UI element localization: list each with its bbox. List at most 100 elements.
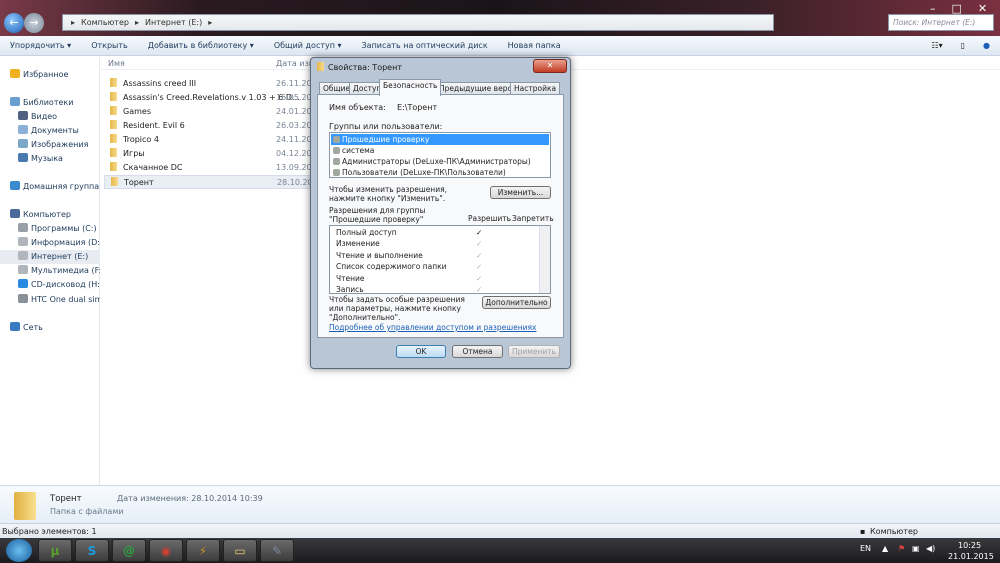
folder-icon [110,120,117,129]
nav-item[interactable]: Интернет (E:) [0,250,100,264]
nav-item[interactable]: Избранное [0,68,100,82]
skype-taskbar-button[interactable]: S [75,539,109,562]
permissions-list: Полный доступ ✓ Изменение ✓ Чтение и выполне… [329,225,551,294]
permission-name: Список содержимого папки [336,262,447,272]
skype-icon: S [87,543,97,558]
utorrent-taskbar-button[interactable]: µ [38,539,72,562]
navigation-pane: Избранное Библиотеки Видео Документы Изображ… [0,57,100,485]
nav-item-label: Сеть [23,323,43,332]
group-item[interactable]: Пользователи (DeLuxe-ПК\Пользователи) [331,167,549,178]
file-row[interactable]: Игры 04.12.201 [104,147,317,161]
view-options-icon[interactable]: ☷▾ [931,41,942,50]
mail-agent-taskbar-button[interactable]: @ [112,539,146,562]
burn-button[interactable]: Записать на оптический диск [352,41,498,50]
file-row[interactable]: Assassin's Creed.Revelations.v 1.03 + 6 … [104,91,317,105]
file-name: Assassins creed III [123,79,197,88]
ok-button[interactable]: OK [396,345,446,358]
open-button[interactable]: Открыть [81,41,138,50]
images-icon [18,139,28,148]
column-name[interactable]: Имя [108,59,125,68]
folder-icon [110,106,117,115]
details-modified: Дата изменения: 28.10.2014 10:39 [117,494,263,503]
mail-agent-icon: @ [123,543,135,558]
nav-item-label: Музыка [31,154,63,163]
file-row[interactable]: Resident. Evil 6 26.03.201 [104,119,317,133]
minimize-button[interactable]: – [930,2,936,15]
address-bar[interactable]: ▸ Компьютер ▸ Интернет (E:) ▸ [62,14,774,31]
file-name: Games [123,107,151,116]
volume-icon[interactable]: ◀) [926,544,935,553]
file-row[interactable]: Скачанное DC 13.09.201 [104,161,317,175]
new-folder-button[interactable]: Новая папка [498,41,571,50]
file-row[interactable]: Торент 28.10.201 [104,175,318,189]
dialog-title: Свойства: Торент [317,60,402,76]
clock-time[interactable]: 10:25 [958,541,981,550]
nav-item[interactable]: Документы [0,124,100,138]
help-icon[interactable]: ● [983,41,990,50]
cancel-button[interactable]: Отмена [452,345,503,358]
deny-header: Запретить [512,214,554,223]
nav-item[interactable]: Музыка [0,152,100,166]
network-icon[interactable]: ▣ [912,544,920,553]
groups-list[interactable]: Прошедшие проверку система Администраторы … [329,132,551,178]
preview-pane-icon[interactable]: ▯ [961,41,965,50]
nav-item-label: Библиотеки [23,98,74,107]
details-name: Торент [50,494,82,504]
nav-item[interactable]: Библиотеки [0,96,100,110]
group-item[interactable]: Прошедшие проверку [331,134,549,145]
column-date[interactable]: Дата изм [276,59,315,68]
nav-item-label: Видео [31,112,58,121]
maximize-button[interactable]: □ [952,2,962,15]
tab-security[interactable]: Безопасность [379,79,442,96]
search-input[interactable]: Поиск: Интернет (E:) [888,14,994,31]
group-item[interactable]: система [331,145,549,156]
folder-icon [317,62,324,71]
file-row[interactable]: Tropico 4 24.11.201 [104,133,317,147]
nav-item[interactable]: Компьютер [0,208,100,222]
network-icon [10,322,20,331]
nav-item[interactable]: HTC One dual sim [0,293,100,307]
group-item[interactable]: Администраторы (DeLuxe-ПК\Администраторы… [331,156,549,167]
file-row[interactable]: Games 24.01.201 [104,105,317,119]
share-button[interactable]: Общий доступ ▾ [264,41,352,50]
nav-item[interactable]: Домашняя группа [0,180,100,194]
paint-taskbar-button[interactable]: ✎ [260,539,294,562]
add-to-library-button[interactable]: Добавить в библиотеку ▾ [138,41,264,50]
nav-item[interactable]: Мультимедиа (F:) [0,264,100,278]
winamp-taskbar-button[interactable]: ⚡ [186,539,220,562]
allow-check-icon: ✓ [476,262,483,272]
allow-check-icon: ✓ [476,250,483,260]
nav-item[interactable]: Изображения [0,138,100,152]
nav-item[interactable]: Видео [0,110,100,124]
nav-item[interactable]: CD-дисковод (H:) [0,278,100,292]
explorer-taskbar-button[interactable]: ▭ [223,539,257,562]
nav-item[interactable]: Сеть [0,321,100,335]
start-button[interactable] [6,539,32,562]
back-button[interactable]: ← [4,13,24,33]
forward-button[interactable]: → [24,13,44,33]
folder-icon [110,162,117,171]
breadcrumb-computer[interactable]: Компьютер [81,18,129,27]
explorer-icon: ▭ [234,543,246,558]
permission-name: Изменение [336,239,380,249]
nav-item-label: Домашняя группа [23,182,100,191]
chrome-taskbar-button[interactable]: ◉ [149,539,183,562]
change-button[interactable]: Изменить... [490,186,551,199]
dialog-close-button[interactable]: ✕ [533,59,567,73]
breadcrumb-drive[interactable]: Интернет (E:) [145,18,202,27]
help-link[interactable]: Подробнее об управлении доступом и разре… [329,323,537,332]
nav-item[interactable]: Программы (C:) [0,222,100,236]
advanced-button[interactable]: Дополнительно [482,296,551,309]
action-center-icon[interactable]: ⚑ [898,544,905,553]
show-hidden-icons-icon[interactable]: ▲ [882,544,888,553]
permissions-scrollbar[interactable] [539,226,550,293]
file-row[interactable]: Assassins creed III 26.11.201 [104,77,317,91]
dialog-title-text: Свойства: Торент [328,63,402,72]
organize-button[interactable]: Упорядочить ▾ [0,41,81,50]
clock-date[interactable]: 21.01.2015 [948,552,994,561]
close-button[interactable]: ✕ [978,2,987,15]
apply-button[interactable]: Применить [508,345,560,358]
permission-name: Полный доступ [336,228,397,237]
nav-item[interactable]: Информация (D:) [0,236,100,250]
language-indicator[interactable]: EN [860,544,871,553]
